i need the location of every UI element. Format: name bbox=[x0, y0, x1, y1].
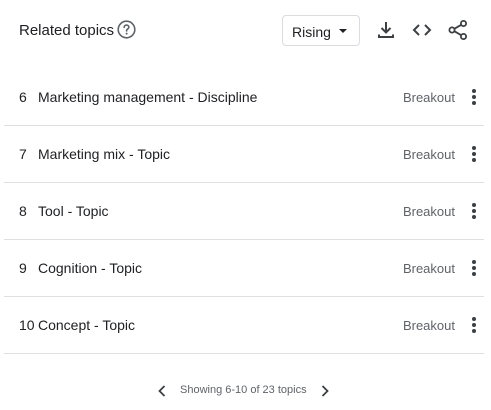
widget-header: Related topics Rising bbox=[0, 0, 491, 62]
topic-name[interactable]: Marketing mix - Topic bbox=[38, 146, 170, 162]
list-item[interactable]: 7 Marketing mix - Topic Breakout bbox=[4, 126, 484, 183]
list-item[interactable]: 8 Tool - Topic Breakout bbox=[4, 183, 484, 240]
widget-title: Related topics bbox=[19, 22, 115, 39]
help-icon[interactable] bbox=[117, 20, 136, 39]
more-vert-icon[interactable] bbox=[469, 315, 479, 335]
dropdown-value: Rising bbox=[292, 24, 331, 40]
download-icon[interactable] bbox=[375, 19, 397, 41]
topics-list: 6 Marketing management - Discipline Brea… bbox=[4, 69, 484, 354]
chevron-left-icon[interactable] bbox=[155, 383, 169, 399]
breakout-value: Breakout bbox=[402, 318, 455, 333]
rank-number: 7 bbox=[19, 146, 27, 162]
pagination: Showing 6-10 of 23 topics bbox=[0, 380, 491, 402]
more-vert-icon[interactable] bbox=[469, 144, 479, 164]
list-item[interactable]: 10 Concept - Topic Breakout bbox=[4, 297, 484, 354]
rising-dropdown[interactable]: Rising bbox=[282, 15, 360, 46]
breakout-value: Breakout bbox=[402, 90, 455, 105]
more-vert-icon[interactable] bbox=[469, 87, 479, 107]
topic-name[interactable]: Marketing management - Discipline bbox=[38, 89, 257, 105]
rank-number: 9 bbox=[19, 260, 27, 276]
chevron-right-icon[interactable] bbox=[318, 383, 332, 399]
rank-number: 8 bbox=[19, 203, 27, 219]
list-item[interactable]: 9 Cognition - Topic Breakout bbox=[4, 240, 484, 297]
topic-name[interactable]: Concept - Topic bbox=[38, 317, 135, 333]
caret-down-icon bbox=[339, 29, 347, 33]
rank-number: 6 bbox=[19, 89, 27, 105]
breakout-value: Breakout bbox=[402, 147, 455, 162]
share-icon[interactable] bbox=[447, 19, 469, 41]
more-vert-icon[interactable] bbox=[469, 258, 479, 278]
embed-code-icon[interactable] bbox=[411, 19, 433, 41]
more-vert-icon[interactable] bbox=[469, 201, 479, 221]
topic-name[interactable]: Cognition - Topic bbox=[38, 260, 142, 276]
breakout-value: Breakout bbox=[402, 261, 455, 276]
rank-number: 10 bbox=[19, 317, 35, 333]
breakout-value: Breakout bbox=[402, 204, 455, 219]
topic-name[interactable]: Tool - Topic bbox=[38, 203, 109, 219]
pagination-text: Showing 6-10 of 23 topics bbox=[180, 384, 307, 396]
list-item[interactable]: 6 Marketing management - Discipline Brea… bbox=[4, 69, 484, 126]
